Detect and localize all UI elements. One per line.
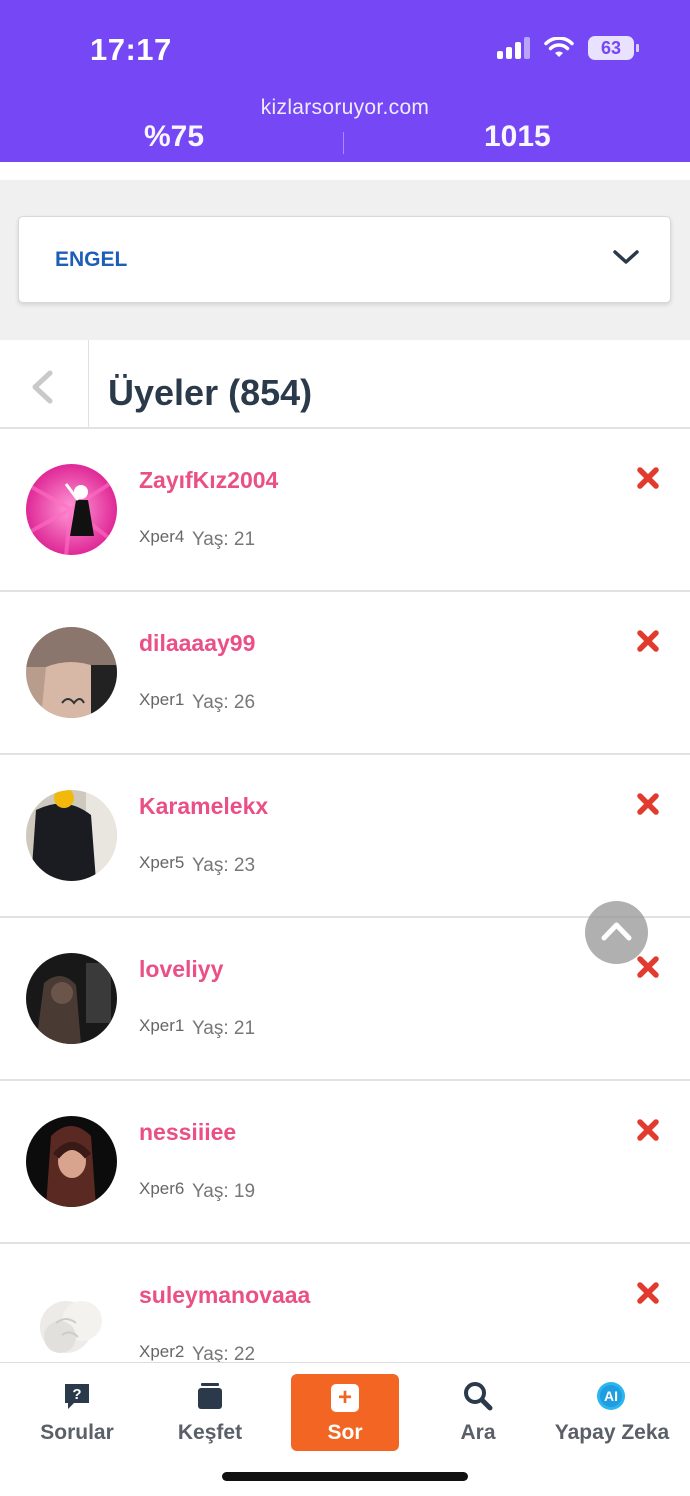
chevron-up-icon: [601, 922, 632, 941]
status-time: 17:17: [90, 32, 172, 67]
remove-icon[interactable]: [636, 466, 660, 490]
member-level: Xper1: [139, 1016, 185, 1035]
nav-label: Sorular: [40, 1421, 114, 1444]
member-row[interactable]: ZayıfKız2004 Xper4 Yaş: 21: [0, 429, 690, 592]
avatar[interactable]: [26, 1116, 117, 1207]
members-header: Üyeler (854): [0, 340, 690, 429]
member-age: Yaş: 21: [192, 1018, 256, 1039]
remove-icon[interactable]: [636, 1118, 660, 1142]
nav-sorular[interactable]: ? Sorular: [17, 1363, 137, 1463]
member-age: Yaş: 21: [192, 529, 256, 550]
member-level: Xper4: [139, 527, 185, 546]
stat-percentage: %75: [144, 120, 205, 153]
filter-dropdown[interactable]: ENGEL: [18, 216, 671, 303]
avatar[interactable]: [26, 464, 117, 555]
nav-yapay-zeka[interactable]: AI Yapay Zeka: [546, 1363, 678, 1463]
battery-indicator: 63: [588, 36, 639, 60]
ai-icon: AI: [597, 1382, 625, 1410]
avatar[interactable]: [26, 1279, 117, 1370]
remove-icon[interactable]: [636, 792, 660, 816]
cellular-signal-icon: [497, 37, 530, 59]
member-username[interactable]: loveliyy: [139, 956, 223, 983]
stat-count: 1015: [484, 120, 551, 153]
stat-divider: [343, 132, 344, 154]
back-button[interactable]: [0, 340, 89, 429]
member-level: Xper2: [139, 1342, 185, 1361]
nav-kesfet[interactable]: Keşfet: [150, 1363, 270, 1463]
question-bubble-icon: ?: [65, 1384, 89, 1409]
avatar[interactable]: [26, 790, 117, 881]
nav-label: Ara: [460, 1421, 496, 1444]
remove-icon[interactable]: [636, 955, 660, 979]
site-url[interactable]: kizlarsoruyor.com: [0, 96, 690, 120]
svg-text:AI: AI: [604, 1388, 618, 1404]
member-level: Xper1: [139, 690, 185, 709]
chevron-left-icon: [32, 370, 53, 404]
status-icons: 63: [497, 36, 639, 60]
member-row[interactable]: Karamelekx Xper5 Yaş: 23: [0, 755, 690, 918]
member-username[interactable]: nessiiiee: [139, 1119, 236, 1146]
scroll-to-top-button[interactable]: [585, 901, 648, 964]
page-title: Üyeler (854): [108, 372, 313, 413]
remove-icon[interactable]: [636, 1281, 660, 1305]
member-username[interactable]: dilaaaay99: [139, 630, 255, 657]
member-row[interactable]: dilaaaay99 Xper1 Yaş: 26: [0, 592, 690, 755]
home-indicator: [222, 1472, 468, 1481]
member-username[interactable]: ZayıfKız2004: [139, 467, 278, 494]
dropdown-selected-value: ENGEL: [55, 248, 128, 271]
member-username[interactable]: suleymanovaaa: [139, 1282, 310, 1309]
top-header: 17:17 63 kizlarsoruyor.com %75 1015: [0, 0, 690, 162]
avatar[interactable]: [26, 627, 117, 718]
nav-label: Yapay Zeka: [554, 1421, 670, 1444]
cards-icon: [198, 1383, 222, 1409]
member-age: Yaş: 19: [192, 1181, 256, 1202]
member-level: Xper6: [139, 1179, 185, 1198]
nav-label: Sor: [327, 1421, 363, 1444]
member-level: Xper5: [139, 853, 185, 872]
nav-sor-button[interactable]: + Sor: [291, 1374, 399, 1451]
member-age: Yaş: 26: [192, 692, 256, 713]
avatar[interactable]: [26, 953, 117, 1044]
chevron-down-icon: [613, 250, 639, 264]
nav-ara[interactable]: Ara: [418, 1363, 538, 1463]
svg-text:?: ?: [72, 1386, 81, 1403]
nav-label: Keşfet: [177, 1421, 243, 1444]
member-row[interactable]: nessiiiee Xper6 Yaş: 19: [0, 1081, 690, 1244]
remove-icon[interactable]: [636, 629, 660, 653]
plus-icon: +: [331, 1384, 359, 1412]
wifi-icon: [544, 37, 574, 57]
search-icon: [464, 1382, 493, 1411]
member-age: Yaş: 23: [192, 855, 256, 876]
member-username[interactable]: Karamelekx: [139, 793, 268, 820]
